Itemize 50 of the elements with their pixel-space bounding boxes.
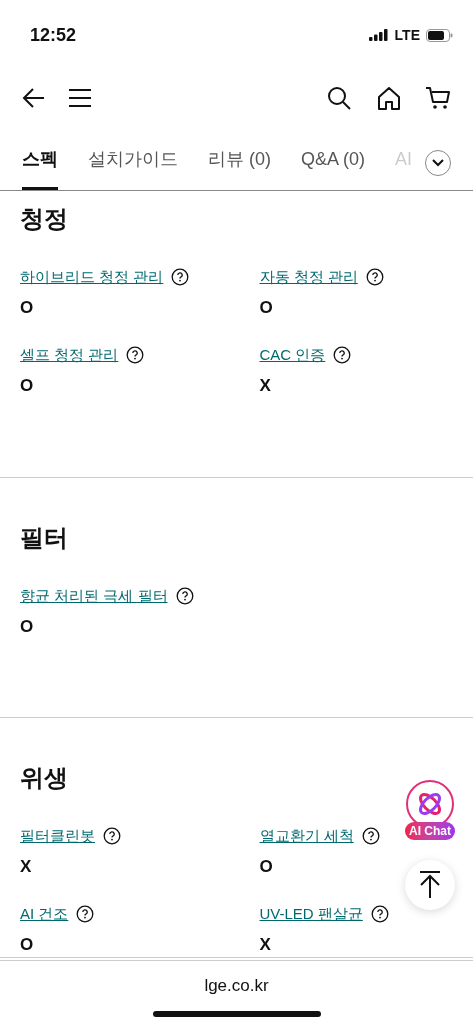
spec-value: X [20, 856, 33, 878]
spec-value: X [259, 375, 272, 397]
spec-link[interactable]: 자동 청정 관리 [259, 265, 358, 289]
tab[interactable]: 리뷰 (0) [208, 146, 271, 190]
spec-value: O [259, 297, 274, 319]
tab[interactable]: 설치가이드 [88, 146, 178, 190]
help-icon[interactable] [126, 346, 145, 364]
network-label: LTE [394, 25, 420, 45]
spec-value: O [20, 934, 35, 956]
cart-icon[interactable] [425, 85, 451, 110]
spec-link[interactable]: UV-LED 팬살균 [259, 902, 363, 926]
spec-link[interactable]: 하이브리드 청정 관리 [20, 265, 164, 289]
help-icon[interactable] [103, 827, 121, 845]
tab[interactable]: Q&A (0) [301, 146, 366, 190]
spec-value: O [259, 856, 274, 878]
spec-value: X [259, 934, 272, 956]
section-title: 위생 [20, 763, 69, 793]
help-icon[interactable] [370, 905, 389, 923]
spec-link[interactable]: 열교환기 세척 [259, 824, 354, 848]
spec-value: O [20, 616, 35, 638]
spec-link[interactable]: 셀프 청정 관리 [20, 343, 119, 367]
help-icon[interactable] [171, 268, 190, 286]
chevron-down-icon [432, 159, 444, 167]
arrow-up-icon [419, 871, 441, 899]
back-icon[interactable] [22, 86, 46, 109]
help-icon[interactable] [76, 905, 95, 923]
address-text: lge.co.kr [204, 975, 269, 997]
scroll-top-button[interactable] [405, 860, 455, 910]
tab[interactable]: 스펙 [22, 146, 58, 190]
spec-value: O [20, 375, 35, 397]
tab-dropdown-button[interactable] [425, 150, 451, 176]
help-icon[interactable] [365, 268, 384, 286]
help-icon[interactable] [333, 346, 352, 364]
home-icon[interactable] [377, 85, 401, 110]
spec-link[interactable]: CAC 인증 [259, 343, 326, 367]
help-icon[interactable] [175, 587, 194, 605]
orbit-icon [416, 790, 444, 818]
help-icon[interactable] [361, 827, 380, 845]
section-title: 청정 [20, 204, 69, 234]
ai-chat-label: AI Chat [405, 822, 455, 840]
signal-icon [368, 29, 389, 41]
status-time: 12:52 [30, 23, 77, 47]
spec-value: O [20, 297, 35, 319]
battery-icon [426, 28, 453, 42]
section-title: 필터 [20, 523, 69, 553]
spec-link[interactable]: 향균 처리된 극세 필터 [20, 584, 168, 608]
menu-icon[interactable] [68, 87, 92, 108]
spec-link[interactable]: 필터클린봇 [20, 824, 95, 848]
spec-link[interactable]: AI 건조 [20, 902, 69, 926]
search-icon[interactable] [327, 85, 351, 110]
